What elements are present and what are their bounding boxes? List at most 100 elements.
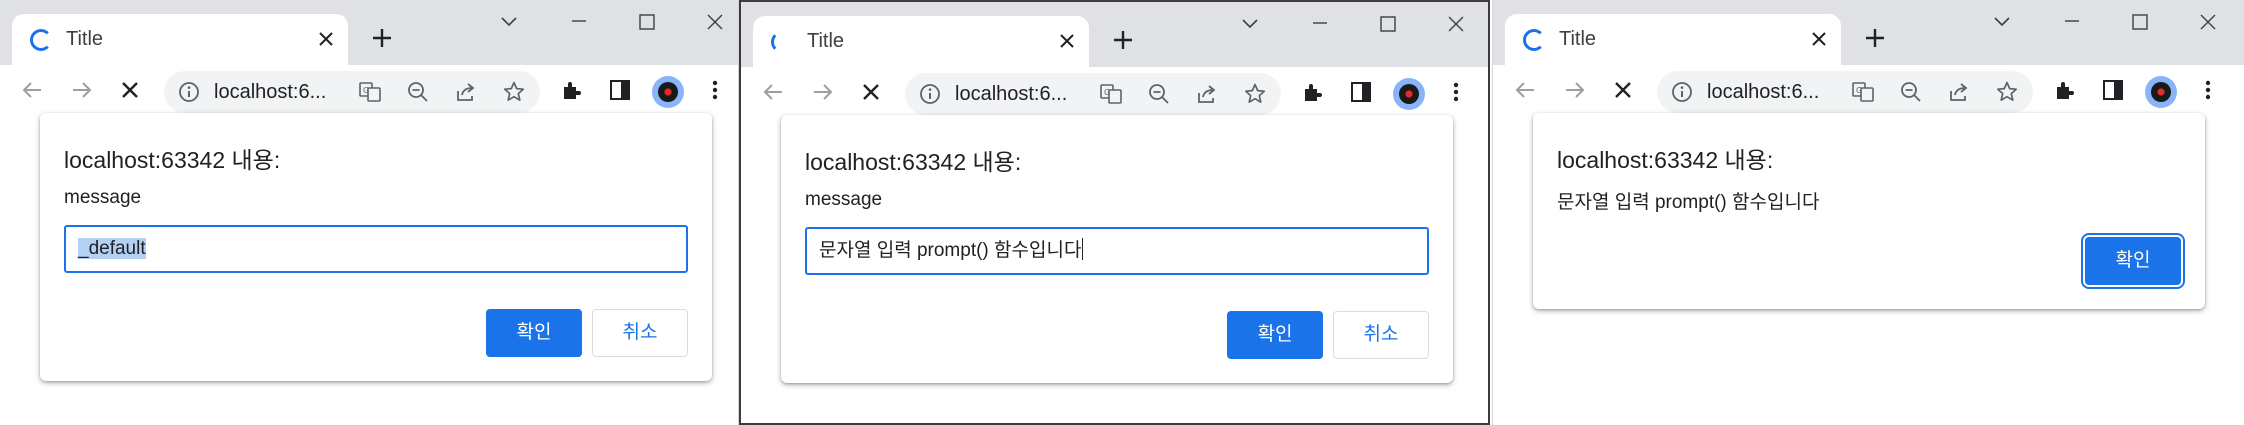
svg-text:G: G [1104,88,1110,97]
tab-strip: Title [0,0,738,66]
browser-tab[interactable]: Title [1505,14,1841,66]
tab-close-icon[interactable] [312,26,340,54]
browser-window-prompt-default: Title localhost:6... G localhost:63342 내… [0,0,739,425]
maximize-icon[interactable] [1365,10,1411,40]
stop-loading-icon[interactable] [112,73,148,109]
tab-search-chevron-down-icon[interactable] [1227,10,1273,40]
prompt-input-value: 문자열 입력 prompt() 함수입니다 [819,240,1082,261]
prompt-input[interactable]: 문자열 입력 prompt() 함수입니다 [805,227,1429,275]
tab-strip: Title [1493,0,2244,66]
tab-title: Title [807,30,845,52]
window-close-icon[interactable] [2185,8,2231,38]
window-close-icon[interactable] [692,8,738,38]
prompt-input-value: _default [78,238,146,259]
text-caret [1082,238,1084,260]
prompt-input[interactable]: _default [64,225,688,273]
alert-dialog: localhost:63342 내용: 문자열 입력 prompt() 함수입니… [1533,113,2205,309]
loading-spinner-icon [1523,29,1545,51]
browser-window-prompt-typed: Title localhost:6... G localhost:63342 내… [739,0,1490,425]
stop-loading-icon[interactable] [1605,73,1641,109]
browser-toolbar: localhost:6... G [0,65,738,119]
screenshot-stage: Title localhost:6... G localhost:63342 내… [0,0,2244,425]
tab-search-chevron-down-icon[interactable] [486,8,532,38]
svg-text:G: G [1856,86,1862,95]
new-tab-plus-icon[interactable] [1105,22,1141,58]
cancel-button[interactable]: 취소 [1333,311,1429,359]
tab-search-chevron-down-icon[interactable] [1979,8,2025,38]
cancel-button[interactable]: 취소 [592,309,688,357]
tab-close-icon[interactable] [1053,28,1081,56]
bookmark-star-icon[interactable] [1995,80,2021,106]
extensions-icon[interactable] [554,73,590,109]
omnibox[interactable]: localhost:6... G [1657,71,2033,113]
browser-toolbar: localhost:6... G [1493,65,2244,119]
back-arrow-icon[interactable] [14,73,50,109]
forward-arrow-icon[interactable] [805,75,841,111]
browser-window-alert-result: Title localhost:6... G localhost:63342 내… [1492,0,2244,425]
svg-text:G: G [363,86,369,95]
stop-loading-icon[interactable] [853,75,889,111]
bookmark-star-icon[interactable] [502,80,528,106]
tab-close-icon[interactable] [1805,26,1833,54]
more-vert-icon[interactable] [1438,75,1474,111]
extensions-icon[interactable] [1295,75,1331,111]
profile-avatar[interactable] [652,76,684,108]
side-panel-icon[interactable] [602,73,638,109]
new-tab-plus-icon[interactable] [1857,20,1893,56]
share-icon[interactable] [454,80,480,106]
side-panel-icon[interactable] [2095,73,2131,109]
info-icon[interactable] [919,83,941,110]
prompt-dialog: localhost:63342 내용: message 문자열 입력 promp… [781,115,1453,383]
new-tab-plus-icon[interactable] [364,20,400,56]
maximize-icon[interactable] [624,8,670,38]
url-text: localhost:6... [1707,81,1820,103]
forward-arrow-icon[interactable] [1557,73,1593,109]
maximize-icon[interactable] [2117,8,2163,38]
back-arrow-icon[interactable] [755,75,791,111]
minimize-icon[interactable] [1297,10,1343,40]
dialog-title: localhost:63342 내용: [1557,147,1774,173]
loading-spinner-icon [30,29,52,51]
tab-title: Title [1559,28,1597,50]
translate-icon[interactable]: G [358,80,384,106]
translate-icon[interactable]: G [1851,80,1877,106]
tab-strip: Title [741,2,1488,68]
browser-toolbar: localhost:6... G [741,67,1488,121]
zoom-out-icon[interactable] [406,80,432,106]
share-icon[interactable] [1195,82,1221,108]
omnibox[interactable]: localhost:6... G [905,73,1281,115]
dialog-message: 문자열 입력 prompt() 함수입니다 [1557,192,1820,213]
extensions-icon[interactable] [2047,73,2083,109]
browser-tab[interactable]: Title [753,16,1089,68]
share-icon[interactable] [1947,80,1973,106]
minimize-icon[interactable] [556,8,602,38]
minimize-icon[interactable] [2049,8,2095,38]
url-text: localhost:6... [955,83,1068,105]
dialog-message: message [64,187,142,208]
profile-avatar[interactable] [2145,76,2177,108]
more-vert-icon[interactable] [2190,73,2226,109]
dialog-title: localhost:63342 내용: [805,149,1022,175]
ok-button[interactable]: 확인 [1227,311,1323,359]
bookmark-star-icon[interactable] [1243,82,1269,108]
zoom-out-icon[interactable] [1147,82,1173,108]
info-icon[interactable] [1671,81,1693,108]
omnibox[interactable]: localhost:6... G [164,71,540,113]
profile-avatar[interactable] [1393,78,1425,110]
zoom-out-icon[interactable] [1899,80,1925,106]
forward-arrow-icon[interactable] [64,73,100,109]
ok-button[interactable]: 확인 [486,309,582,357]
browser-tab[interactable]: Title [12,14,348,66]
tab-title: Title [66,28,104,50]
side-panel-icon[interactable] [1343,75,1379,111]
ok-button[interactable]: 확인 [2085,237,2181,285]
more-vert-icon[interactable] [697,73,733,109]
prompt-dialog: localhost:63342 내용: message _default 확인 … [40,113,712,381]
dialog-title: localhost:63342 내용: [64,147,281,173]
back-arrow-icon[interactable] [1507,73,1543,109]
window-close-icon[interactable] [1433,10,1479,40]
translate-icon[interactable]: G [1099,82,1125,108]
info-icon[interactable] [178,81,200,108]
loading-spinner-icon [771,31,793,53]
url-text: localhost:6... [214,81,327,103]
